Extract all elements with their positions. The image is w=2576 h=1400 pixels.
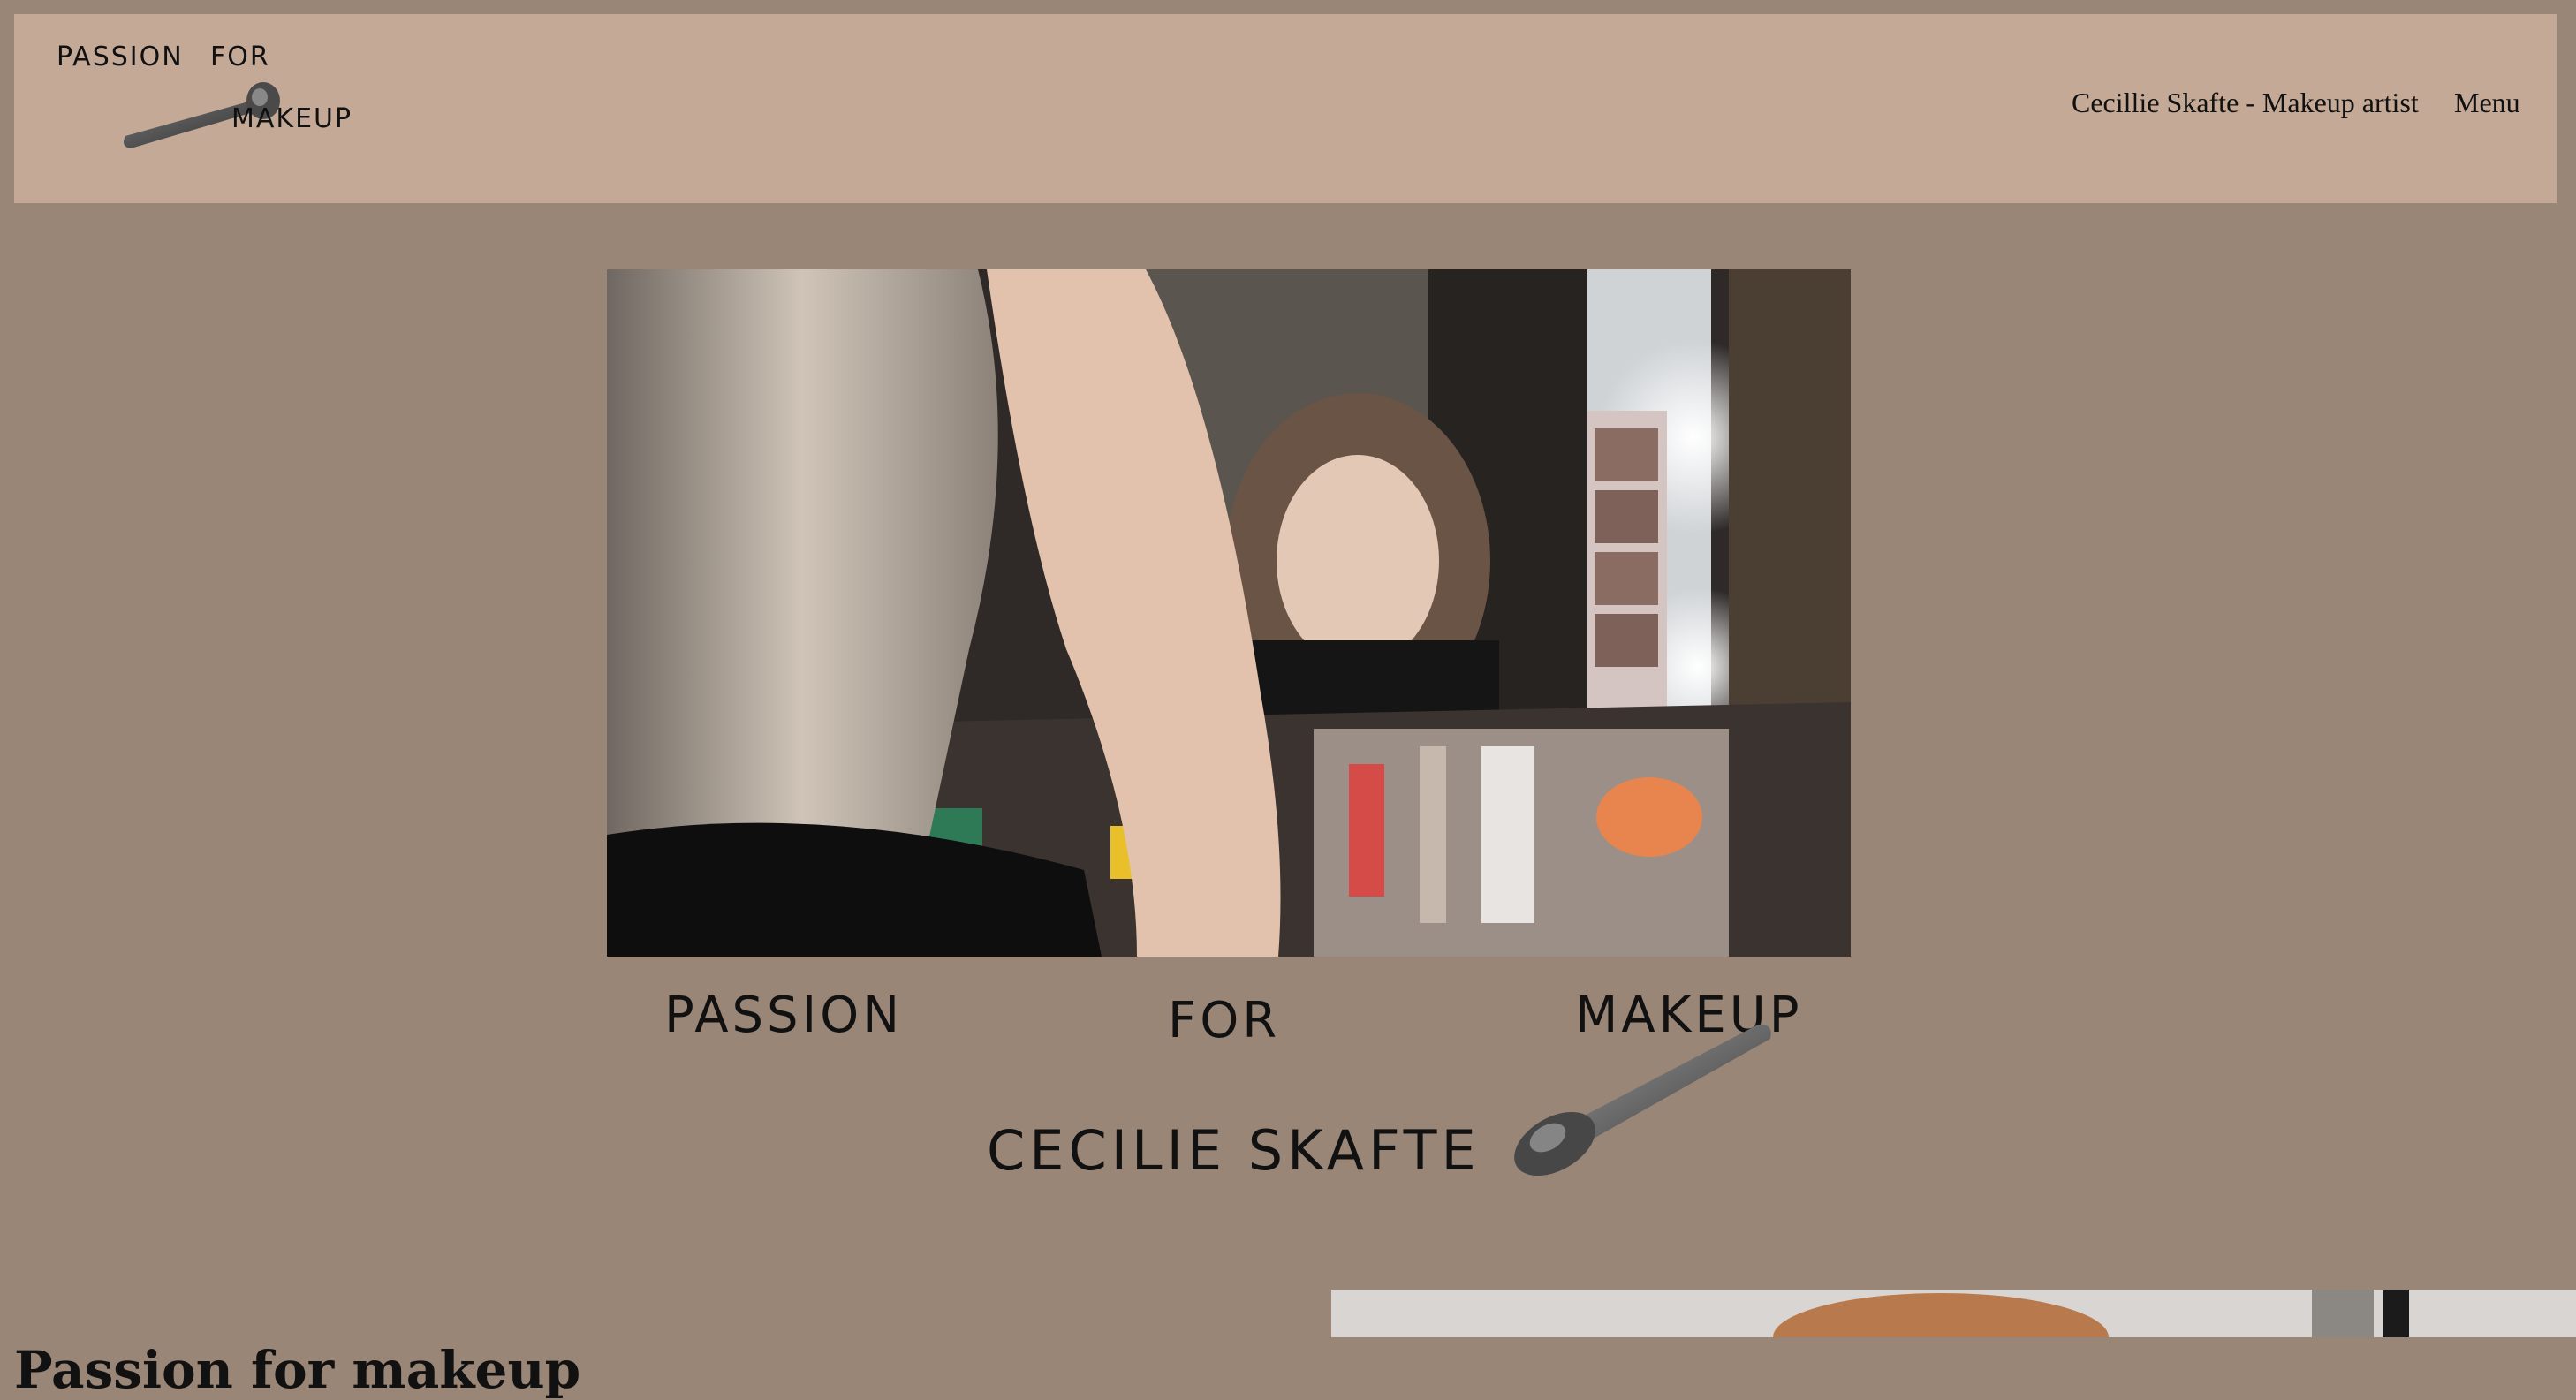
section-heading: Passion for makeup xyxy=(14,1340,581,1400)
hero-image xyxy=(607,269,1851,957)
portrait-photo xyxy=(1331,1290,2576,1337)
brand-word-passion: PASSION xyxy=(664,987,904,1044)
nav-link-artist[interactable]: Cecillie Skafte - Makeup artist xyxy=(2072,88,2419,117)
makeup-brush-icon xyxy=(1514,1024,1771,1177)
artist-name: CECILIE SKAFTE xyxy=(987,1118,1481,1183)
site-header: PASSION FOR MAKEUP Cecillie Skafte - Mak… xyxy=(14,14,2557,203)
portrait-image xyxy=(1331,1290,2576,1337)
makeup-mirror-photo xyxy=(607,269,1851,957)
menu-button[interactable]: Menu xyxy=(2454,88,2520,117)
brand-word-for: FOR xyxy=(1168,992,1281,1049)
logo-word-makeup: MAKEUP xyxy=(231,103,353,134)
